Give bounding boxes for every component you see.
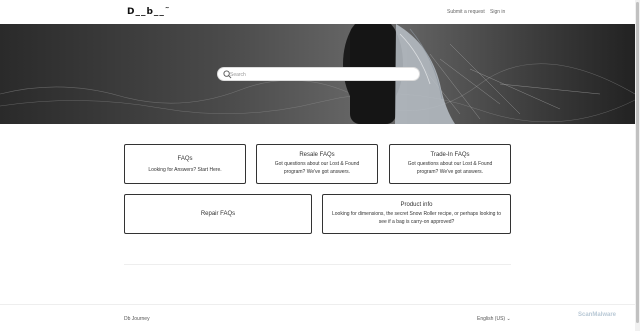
brand-logo[interactable]: D__b__˜ — [127, 7, 170, 17]
card-description: Looking for dimensions, the secret Snow … — [332, 211, 501, 225]
search-bar[interactable] — [217, 67, 420, 81]
card-description: Got questions about our Lost & Found pro… — [274, 161, 360, 175]
category-card-product-info[interactable]: Product info Looking for dimensions, the… — [322, 194, 511, 234]
card-title: Trade-In FAQs — [430, 152, 470, 158]
card-title: FAQs — [177, 156, 193, 162]
sign-in-link[interactable]: Sign in — [490, 9, 505, 15]
content-divider — [124, 264, 511, 265]
category-card-resale-faqs[interactable]: Resale FAQs Got questions about our Lost… — [256, 144, 378, 184]
card-title: Repair FAQs — [200, 211, 236, 217]
category-card-trade-in-faqs[interactable]: Trade-In FAQs Got questions about our Lo… — [389, 144, 511, 184]
card-description: Looking for Answers? Start Here. — [148, 167, 222, 173]
card-title: Resale FAQs — [299, 152, 335, 158]
category-card-repair-faqs[interactable]: Repair FAQs — [124, 194, 312, 234]
search-input[interactable] — [230, 69, 415, 80]
submit-request-link[interactable]: Submit a request — [447, 9, 485, 15]
scrollbar[interactable] — [635, 0, 640, 331]
scrollbar-thumb[interactable] — [636, 2, 639, 323]
category-card-faqs[interactable]: FAQs Looking for Answers? Start Here. — [124, 144, 246, 184]
watermark: ScanMalware — [578, 312, 617, 318]
card-title: Product info — [400, 202, 433, 208]
language-selector[interactable]: English (US) ⌄ — [477, 316, 511, 322]
site-header: D__b__˜ Submit a request Sign in — [0, 0, 640, 24]
hero-banner — [0, 24, 635, 124]
footer-divider — [0, 304, 635, 305]
card-description: Got questions about our Lost & Found pro… — [407, 161, 493, 175]
footer-brand-link[interactable]: Db Journey — [124, 316, 150, 322]
